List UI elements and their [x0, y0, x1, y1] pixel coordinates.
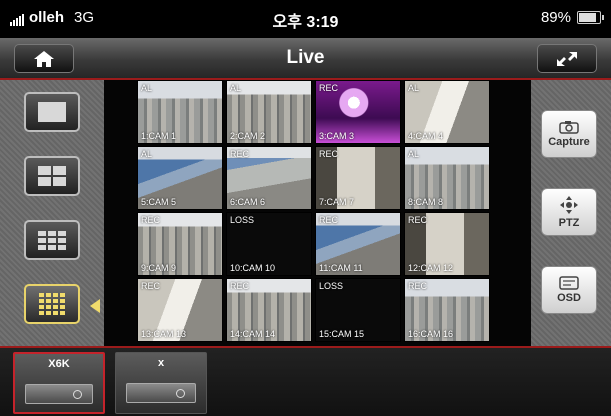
- layout-2x2-icon: [38, 166, 66, 186]
- camera-label: 12:CAM 12: [408, 263, 454, 273]
- page-title: Live: [286, 47, 325, 68]
- dvr-icon: [126, 383, 196, 403]
- osd-label: OSD: [557, 292, 581, 304]
- layout-nine-button[interactable]: [24, 220, 80, 260]
- device-strip: X6K x: [0, 346, 611, 416]
- camera-label: 9:CAM 9: [141, 263, 177, 273]
- layout-3x3-icon: [38, 230, 66, 250]
- camera-label: 6:CAM 6: [230, 197, 266, 207]
- camera-label: 16:CAM 16: [408, 329, 454, 339]
- osd-screen-icon: [559, 276, 579, 290]
- camera-status: REC: [141, 281, 161, 291]
- clock: 오후 3:19: [272, 14, 339, 31]
- status-bar: olleh 3G 오후 3:19 89%: [0, 0, 611, 38]
- camera-tile-13[interactable]: REC 13:CAM 13: [137, 278, 223, 342]
- camera-status: AL: [230, 83, 242, 93]
- capture-button[interactable]: Capture: [541, 110, 597, 158]
- osd-button[interactable]: OSD: [541, 266, 597, 314]
- camera-tile-16[interactable]: REC 16:CAM 16: [404, 278, 490, 342]
- selection-pointer-icon: [90, 299, 100, 313]
- capture-label: Capture: [548, 136, 590, 148]
- camera-label: 14:CAM 14: [230, 329, 276, 339]
- camera-status: REC: [319, 149, 339, 159]
- ptz-label: PTZ: [558, 217, 580, 229]
- camera-tile-4[interactable]: AL 4:CAM 4: [404, 80, 490, 144]
- camera-tile-8[interactable]: AL 8:CAM 8: [404, 146, 490, 210]
- battery-percent: 89%: [540, 9, 571, 26]
- camera-tile-3[interactable]: REC 3:CAM 3: [315, 80, 401, 144]
- camera-tile-5[interactable]: AL 5:CAM 5: [137, 146, 223, 210]
- camera-status: REC: [230, 149, 250, 159]
- camera-status: REC: [408, 281, 428, 291]
- device-label: x: [157, 357, 165, 369]
- layout-panel: [0, 80, 104, 346]
- camera-status: AL: [408, 149, 420, 159]
- camera-tile-10[interactable]: LOSS 10:CAM 10: [226, 212, 312, 276]
- camera-tile-15[interactable]: LOSS 15:CAM 15: [315, 278, 401, 342]
- camera-status: LOSS: [230, 215, 255, 225]
- layout-single-button[interactable]: [24, 92, 80, 132]
- fullscreen-button[interactable]: [537, 44, 597, 73]
- camera-label: 15:CAM 15: [319, 329, 365, 339]
- camera-label: 13:CAM 13: [141, 329, 187, 339]
- camera-label: 8:CAM 8: [408, 197, 444, 207]
- layout-1x1-icon: [38, 102, 66, 122]
- dvr-icon: [25, 384, 93, 404]
- camera-label: 1:CAM 1: [141, 131, 177, 141]
- device-item-x[interactable]: x: [115, 352, 207, 414]
- camera-label: 7:CAM 7: [319, 197, 355, 207]
- camera-grid: AL 1:CAM 1 AL 2:CAM 2 REC 3:CAM 3 AL 4:CAM 4…: [104, 80, 531, 346]
- camera-status: REC: [230, 281, 250, 291]
- camera-status: AL: [408, 83, 420, 93]
- camera-label: 11:CAM 11: [319, 263, 363, 273]
- camera-status: AL: [141, 83, 153, 93]
- ptz-arrows-icon: [560, 196, 578, 214]
- camera-tile-2[interactable]: AL 2:CAM 2: [226, 80, 312, 144]
- layout-sixteen-button[interactable]: [24, 284, 80, 324]
- camera-status: AL: [141, 149, 153, 159]
- camera-tile-9[interactable]: REC 9:CAM 9: [137, 212, 223, 276]
- camera-icon: [559, 121, 579, 134]
- layout-4x4-icon: [39, 293, 65, 315]
- camera-status: REC: [408, 215, 428, 225]
- expand-arrows-icon: [557, 51, 577, 66]
- battery-icon: [577, 11, 604, 24]
- camera-label: 2:CAM 2: [230, 131, 266, 141]
- camera-label: 5:CAM 5: [141, 197, 177, 207]
- camera-status: REC: [319, 215, 339, 225]
- camera-status: REC: [141, 215, 161, 225]
- camera-tile-14[interactable]: REC 14:CAM 14: [226, 278, 312, 342]
- camera-label: 3:CAM 3: [319, 131, 355, 141]
- camera-tile-1[interactable]: AL 1:CAM 1: [137, 80, 223, 144]
- camera-tile-6[interactable]: REC 6:CAM 6: [226, 146, 312, 210]
- camera-status: LOSS: [319, 281, 344, 291]
- camera-label: 4:CAM 4: [408, 131, 444, 141]
- camera-label: 10:CAM 10: [230, 263, 276, 273]
- title-bar: Live: [0, 38, 611, 80]
- camera-tile-7[interactable]: REC 7:CAM 7: [315, 146, 401, 210]
- camera-tile-11[interactable]: REC 11:CAM 11: [315, 212, 401, 276]
- tools-panel: Capture PTZ OSD: [531, 80, 611, 346]
- camera-tile-12[interactable]: REC 12:CAM 12: [404, 212, 490, 276]
- ptz-button[interactable]: PTZ: [541, 188, 597, 236]
- device-item-x6k[interactable]: X6K: [13, 352, 105, 414]
- device-label: X6K: [48, 358, 70, 370]
- camera-status: REC: [319, 83, 339, 93]
- layout-quad-button[interactable]: [24, 156, 80, 196]
- battery: 89%: [540, 9, 604, 26]
